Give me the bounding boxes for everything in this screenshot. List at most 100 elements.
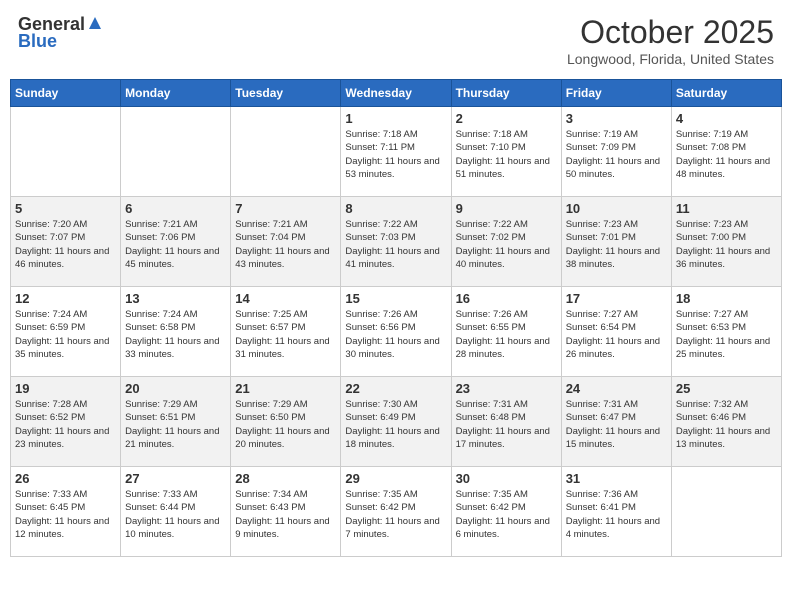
calendar-cell-2-0: 12Sunrise: 7:24 AMSunset: 6:59 PMDayligh… [11,287,121,377]
cell-info-line: Sunset: 7:07 PM [15,231,116,244]
calendar-cell-4-1: 27 Sunrise: 7:33 AMSunset: 6:44 PMDayligh… [121,467,231,557]
calendar-cell-1-3: 8Sunrise: 7:22 AMSunset: 7:03 PMDaylight… [341,197,451,287]
day-number: 9 [456,201,557,216]
cell-info-line: Daylight: 11 hours and 48 minutes. [676,155,777,182]
day-number: 27 [125,471,226,486]
cell-info-line: Daylight: 11 hours and 4 minutes. [566,515,667,542]
calendar-cell-2-3: 15Sunrise: 7:26 AMSunset: 6:56 PMDayligh… [341,287,451,377]
cell-info-line: Sunset: 7:11 PM [345,141,446,154]
calendar-cell-3-0: 19Sunrise: 7:28 AMSunset: 6:52 PMDayligh… [11,377,121,467]
cell-info-line: Sunset: 6:51 PM [125,411,226,424]
cell-info-line: Sunset: 7:00 PM [676,231,777,244]
day-number: 2 [456,111,557,126]
cell-info-line: Sunrise: 7:33 AM [125,488,226,501]
cell-info-line: Sunrise: 7:35 AM [456,488,557,501]
cell-info-line: Sunrise: 7:18 AM [456,128,557,141]
day-number: 4 [676,111,777,126]
cell-info-line: Sunset: 6:41 PM [566,501,667,514]
cell-info-line: Sunrise: 7:23 AM [676,218,777,231]
cell-info-line: Daylight: 11 hours and 46 minutes. [15,245,116,272]
cell-info-line: Sunset: 6:57 PM [235,321,336,334]
day-number: 29 [345,471,446,486]
cell-info-line: Sunrise: 7:35 AM [345,488,446,501]
calendar-cell-1-6: 11Sunrise: 7:23 AMSunset: 7:00 PMDayligh… [671,197,781,287]
cell-info-line: Daylight: 11 hours and 13 minutes. [676,425,777,452]
cell-info-line: Sunset: 6:54 PM [566,321,667,334]
week-row-3: 12Sunrise: 7:24 AMSunset: 6:59 PMDayligh… [11,287,782,377]
cell-info-line: Daylight: 11 hours and 18 minutes. [345,425,446,452]
cell-info-line: Daylight: 11 hours and 20 minutes. [235,425,336,452]
cell-info-line: Sunset: 6:50 PM [235,411,336,424]
cell-info-line: Daylight: 11 hours and 9 minutes. [235,515,336,542]
day-number: 30 [456,471,557,486]
calendar-cell-4-4: 30Sunrise: 7:35 AMSunset: 6:42 PMDayligh… [451,467,561,557]
day-number: 22 [345,381,446,396]
calendar-cell-1-5: 10Sunrise: 7:23 AMSunset: 7:01 PMDayligh… [561,197,671,287]
cell-info-line: Daylight: 11 hours and 51 minutes. [456,155,557,182]
cell-info-line: Sunrise: 7:36 AM [566,488,667,501]
day-number: 5 [15,201,116,216]
cell-info-line: Sunrise: 7:27 AM [676,308,777,321]
cell-info-line: Sunrise: 7:19 AM [566,128,667,141]
cell-info-line: Daylight: 11 hours and 6 minutes. [456,515,557,542]
calendar-cell-2-5: 17Sunrise: 7:27 AMSunset: 6:54 PMDayligh… [561,287,671,377]
page-header: General Blue October 2025 Longwood, Flor… [10,10,782,71]
day-number: 19 [15,381,116,396]
week-row-2: 5Sunrise: 7:20 AMSunset: 7:07 PMDaylight… [11,197,782,287]
calendar-cell-4-5: 31 Sunrise: 7:36 AMSunset: 6:41 PMDayligh… [561,467,671,557]
calendar-cell-3-1: 20Sunrise: 7:29 AMSunset: 6:51 PMDayligh… [121,377,231,467]
header-monday: Monday [121,80,231,107]
day-number: 6 [125,201,226,216]
cell-info-line: Daylight: 11 hours and 26 minutes. [566,335,667,362]
calendar-cell-2-1: 13Sunrise: 7:24 AMSunset: 6:58 PMDayligh… [121,287,231,377]
day-number: 12 [15,291,116,306]
day-number: 16 [456,291,557,306]
cell-info-line: Daylight: 11 hours and 50 minutes. [566,155,667,182]
cell-info-line: Sunrise: 7:28 AM [15,398,116,411]
cell-info-line: Sunset: 6:56 PM [345,321,446,334]
cell-info-line: Daylight: 11 hours and 41 minutes. [345,245,446,272]
calendar-cell-0-1 [121,107,231,197]
cell-info-line: Daylight: 11 hours and 12 minutes. [15,515,116,542]
calendar-cell-4-2: 28Sunrise: 7:34 AMSunset: 6:43 PMDayligh… [231,467,341,557]
cell-info-line: Daylight: 11 hours and 10 minutes. [125,515,226,542]
cell-info-line: Sunrise: 7:29 AM [235,398,336,411]
day-number: 17 [566,291,667,306]
location-text: Longwood, Florida, United States [567,51,774,67]
cell-info-line: Sunset: 6:44 PM [125,501,226,514]
calendar-cell-3-5: 24Sunrise: 7:31 AMSunset: 6:47 PMDayligh… [561,377,671,467]
cell-info-line: Sunset: 6:47 PM [566,411,667,424]
cell-info-line: Daylight: 11 hours and 30 minutes. [345,335,446,362]
cell-info-line: Sunrise: 7:31 AM [566,398,667,411]
day-number: 21 [235,381,336,396]
days-header-row: Sunday Monday Tuesday Wednesday Thursday… [11,80,782,107]
calendar-cell-4-0: 26Sunrise: 7:33 AMSunset: 6:45 PMDayligh… [11,467,121,557]
header-friday: Friday [561,80,671,107]
calendar-cell-0-2 [231,107,341,197]
day-number: 28 [235,471,336,486]
cell-info-line: Sunrise: 7:21 AM [125,218,226,231]
header-thursday: Thursday [451,80,561,107]
header-tuesday: Tuesday [231,80,341,107]
month-title: October 2025 [567,14,774,51]
day-number: 31 [566,471,667,486]
cell-info-line: Sunset: 6:48 PM [456,411,557,424]
calendar-cell-2-6: 18Sunrise: 7:27 AMSunset: 6:53 PMDayligh… [671,287,781,377]
day-number: 26 [15,471,116,486]
calendar-cell-0-3: 1Sunrise: 7:18 AMSunset: 7:11 PMDaylight… [341,107,451,197]
calendar-cell-1-2: 7Sunrise: 7:21 AMSunset: 7:04 PMDaylight… [231,197,341,287]
day-number: 23 [456,381,557,396]
cell-info-line: Sunset: 6:45 PM [15,501,116,514]
calendar-cell-0-6: 4Sunrise: 7:19 AMSunset: 7:08 PMDaylight… [671,107,781,197]
cell-info-line: Daylight: 11 hours and 36 minutes. [676,245,777,272]
cell-info-line: Sunset: 6:52 PM [15,411,116,424]
day-number: 25 [676,381,777,396]
cell-info-line: Sunset: 7:08 PM [676,141,777,154]
day-number: 7 [235,201,336,216]
cell-info-line: Daylight: 11 hours and 28 minutes. [456,335,557,362]
cell-info-line: Sunset: 7:02 PM [456,231,557,244]
cell-info-line: Sunset: 6:58 PM [125,321,226,334]
cell-info-line: Sunset: 7:06 PM [125,231,226,244]
cell-info-line: Sunset: 7:09 PM [566,141,667,154]
calendar-table: Sunday Monday Tuesday Wednesday Thursday… [10,79,782,557]
